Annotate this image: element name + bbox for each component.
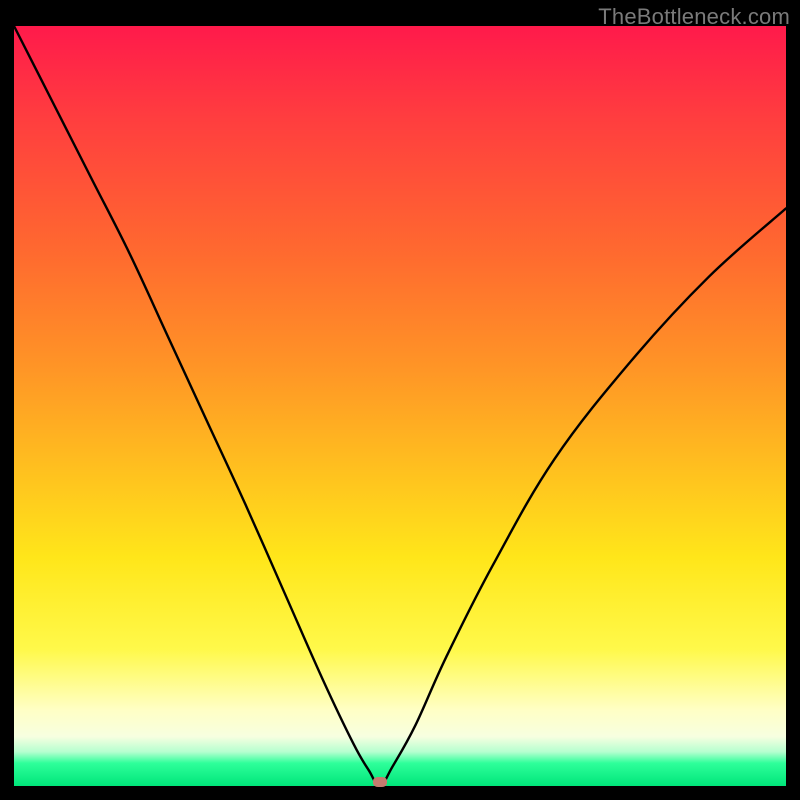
bottleneck-curve (14, 26, 786, 786)
watermark-text: TheBottleneck.com (598, 4, 790, 30)
chart-frame (14, 26, 786, 786)
minimum-marker (373, 777, 387, 787)
